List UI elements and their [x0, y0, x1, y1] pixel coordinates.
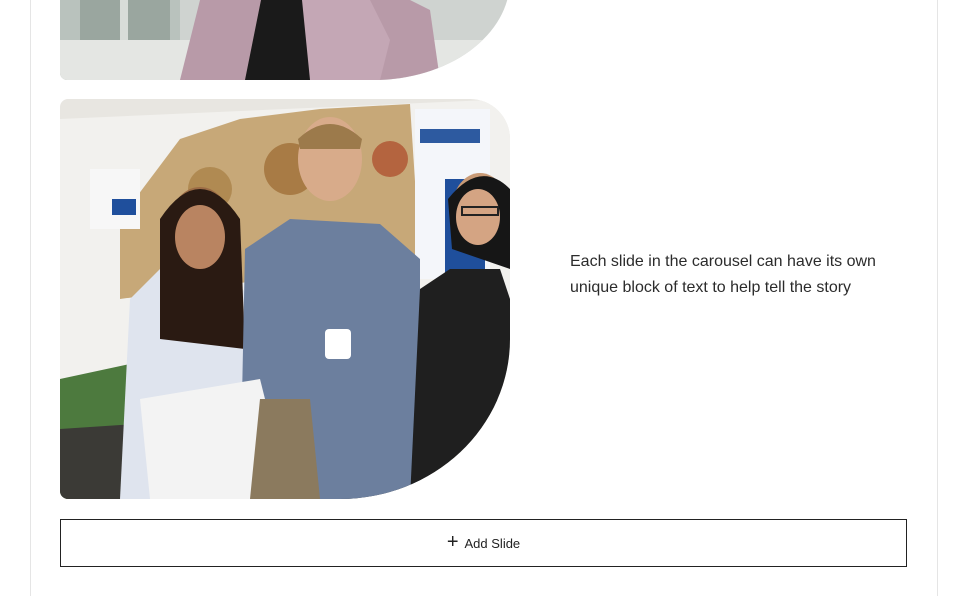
slide-image[interactable] [60, 99, 510, 499]
add-slide-button[interactable]: + Add Slide [60, 519, 907, 567]
students-photo-graphic [60, 99, 510, 499]
slide-caption[interactable]: Each slide in the carousel can have its … [570, 249, 910, 301]
add-slide-label: Add Slide [464, 535, 521, 551]
plus-icon: + [446, 531, 459, 553]
